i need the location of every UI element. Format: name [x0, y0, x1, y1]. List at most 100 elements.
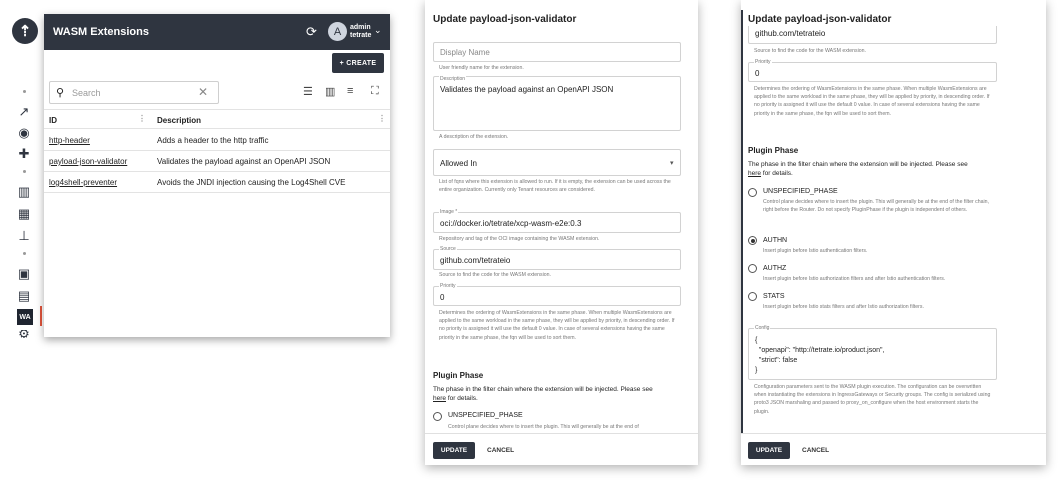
- nav-rail: ⇡ ↗ ◉ ✚ ▥ ▦ ⊥ ▣ ▤ WA ⚙: [0, 0, 44, 483]
- config-field[interactable]: Config { "openapi": "http://tetrate.io/p…: [748, 325, 997, 380]
- phase-help: Insert plugin before Istio authorization…: [763, 276, 946, 282]
- radio-authz[interactable]: [748, 264, 757, 273]
- source-value: github.com/tetrateio: [440, 256, 511, 265]
- table-header: ID ⋮ Description ⋮: [44, 109, 390, 129]
- phase-help: Control plane decides where to insert th…: [448, 424, 639, 430]
- hierarchy-icon[interactable]: ⊥: [16, 228, 32, 244]
- cancel-button[interactable]: CANCEL: [802, 447, 829, 454]
- fullscreen-icon[interactable]: ⛶: [371, 85, 379, 98]
- dropdown-arrow-icon: ▾: [670, 160, 674, 167]
- source-field[interactable]: github.com/tetrateio: [748, 26, 997, 44]
- priority-help: Determines the ordering of WasmExtension…: [754, 86, 990, 117]
- tetrate-logo[interactable]: ⇡: [12, 18, 38, 44]
- plugin-phase-title: Plugin Phase: [748, 146, 799, 155]
- column-menu-icon[interactable]: ⋮: [138, 114, 146, 123]
- chevron-down-icon[interactable]: ⌄: [374, 25, 382, 36]
- radio-unspecified-phase[interactable]: [433, 412, 442, 421]
- column-header-id[interactable]: ID: [49, 116, 57, 125]
- priority-field[interactable]: Priority 0: [748, 59, 997, 82]
- app-bar: WASM Extensions ⟳ A admin tetrate ⌄: [44, 14, 390, 50]
- phase-help: Insert plugin before Istio stats filters…: [763, 304, 924, 310]
- priority-field[interactable]: Priority 0: [433, 283, 681, 306]
- settings-icon[interactable]: ⚙: [16, 330, 32, 338]
- nav-separator: [23, 252, 26, 255]
- priority-label: Priority: [439, 283, 457, 289]
- allowed-in-help: List of fqns where this extension is all…: [439, 179, 671, 194]
- columns-icon[interactable]: ▥: [325, 85, 335, 98]
- table-row[interactable]: http-header Adds a header to the http tr…: [44, 130, 390, 151]
- form-footer: UPDATE CANCEL: [741, 433, 1046, 465]
- table-row[interactable]: log4shell-preventer Avoids the JNDI inje…: [44, 172, 390, 193]
- description-value: Validates the payload against an OpenAPI…: [440, 85, 614, 94]
- refresh-icon[interactable]: ⟳: [306, 24, 317, 40]
- row-description: Validates the payload against an OpenAPI…: [157, 157, 331, 166]
- calendar-icon[interactable]: ▤: [16, 288, 32, 304]
- priority-help: Determines the ordering of WasmExtension…: [439, 310, 675, 341]
- plugin-phase-title: Plugin Phase: [433, 371, 484, 380]
- display-name-field[interactable]: Display Name: [433, 42, 681, 62]
- radio-unspecified-phase[interactable]: [748, 188, 757, 197]
- row-id-link[interactable]: log4shell-preventer: [49, 178, 117, 187]
- radio-label: UNSPECIFIED_PHASE: [763, 188, 838, 195]
- trending-icon[interactable]: ↗: [16, 104, 32, 120]
- description-field[interactable]: Description Validates the payload agains…: [433, 76, 681, 131]
- puzzle-icon[interactable]: ✚: [16, 146, 32, 162]
- avatar[interactable]: A: [328, 22, 347, 41]
- dashboard-icon[interactable]: ◉: [16, 125, 32, 141]
- row-id-link[interactable]: http-header: [49, 136, 90, 145]
- form-footer: UPDATE CANCEL: [425, 433, 698, 465]
- allowed-in-label: Allowed In: [440, 159, 477, 168]
- page-title: WASM Extensions: [53, 26, 149, 38]
- row-description: Adds a header to the http traffic: [157, 136, 269, 145]
- here-link[interactable]: here: [748, 170, 761, 177]
- here-link[interactable]: here: [433, 395, 446, 402]
- radio-label: AUTHN: [763, 237, 788, 244]
- form-title: Update payload-json-validator: [433, 14, 577, 25]
- clear-icon[interactable]: ✕: [198, 85, 208, 99]
- search-input[interactable]: ⚲ Search ✕: [49, 81, 219, 104]
- image-help: Repository and tag of the OCI image cont…: [439, 236, 600, 242]
- search-placeholder: Search: [72, 88, 101, 98]
- plugin-phase-desc: The phase in the filter chain where the …: [433, 386, 653, 402]
- update-button[interactable]: UPDATE: [433, 442, 475, 459]
- description-label: Description: [439, 76, 467, 82]
- cancel-button[interactable]: CANCEL: [487, 447, 514, 454]
- update-button[interactable]: UPDATE: [748, 442, 790, 459]
- row-id-link[interactable]: payload-json-validator: [49, 157, 127, 166]
- extensions-list-panel: WASM Extensions ⟳ A admin tetrate ⌄ + CRE…: [44, 14, 390, 337]
- column-header-description[interactable]: Description: [157, 116, 201, 125]
- table-row[interactable]: payload-json-validator Validates the pay…: [44, 151, 390, 172]
- image-value: oci://docker.io/tetrate/xcp-wasm-e2e:0.3: [440, 219, 582, 228]
- priority-label: Priority: [754, 59, 772, 65]
- allowed-in-select[interactable]: Allowed In ▾: [433, 149, 681, 176]
- create-button[interactable]: + CREATE: [332, 53, 384, 73]
- radio-label: UNSPECIFIED_PHASE: [448, 412, 523, 419]
- column-menu-icon[interactable]: ⋮: [378, 114, 386, 123]
- phase-help: Insert plugin before Istio authenticatio…: [763, 248, 868, 254]
- user-name[interactable]: admin tetrate: [350, 24, 371, 40]
- row-description: Avoids the JNDI injection causing the Lo…: [157, 178, 346, 187]
- radio-authn[interactable]: [748, 236, 757, 245]
- filter-icon[interactable]: ☰: [303, 85, 313, 98]
- config-help: Configuration parameters sent to the WAS…: [754, 384, 991, 415]
- image-field[interactable]: Image * oci://docker.io/tetrate/xcp-wasm…: [433, 209, 681, 233]
- badge-icon[interactable]: ▣: [16, 266, 32, 282]
- wasm-nav-icon[interactable]: WA: [17, 309, 33, 325]
- plugin-phase-desc: The phase in the filter chain where the …: [748, 161, 968, 177]
- priority-value: 0: [755, 69, 760, 78]
- radio-label: AUTHZ: [763, 265, 787, 272]
- nav-separator: [23, 170, 26, 173]
- image-label: Image *: [439, 209, 459, 215]
- source-label: Source: [439, 246, 457, 252]
- radio-stats[interactable]: [748, 292, 757, 301]
- source-help: Source to find the code for the WASM ext…: [439, 272, 551, 278]
- bank-icon[interactable]: ▥: [16, 184, 32, 200]
- priority-value: 0: [440, 293, 445, 302]
- source-field[interactable]: Source github.com/tetrateio: [433, 246, 681, 270]
- display-name-placeholder: Display Name: [440, 48, 490, 57]
- phase-help: Control plane decides where to insert th…: [763, 199, 989, 214]
- config-label: Config: [754, 325, 771, 331]
- grid-icon[interactable]: ▦: [16, 206, 32, 222]
- density-icon[interactable]: ≡: [347, 85, 353, 97]
- search-icon: ⚲: [56, 87, 65, 99]
